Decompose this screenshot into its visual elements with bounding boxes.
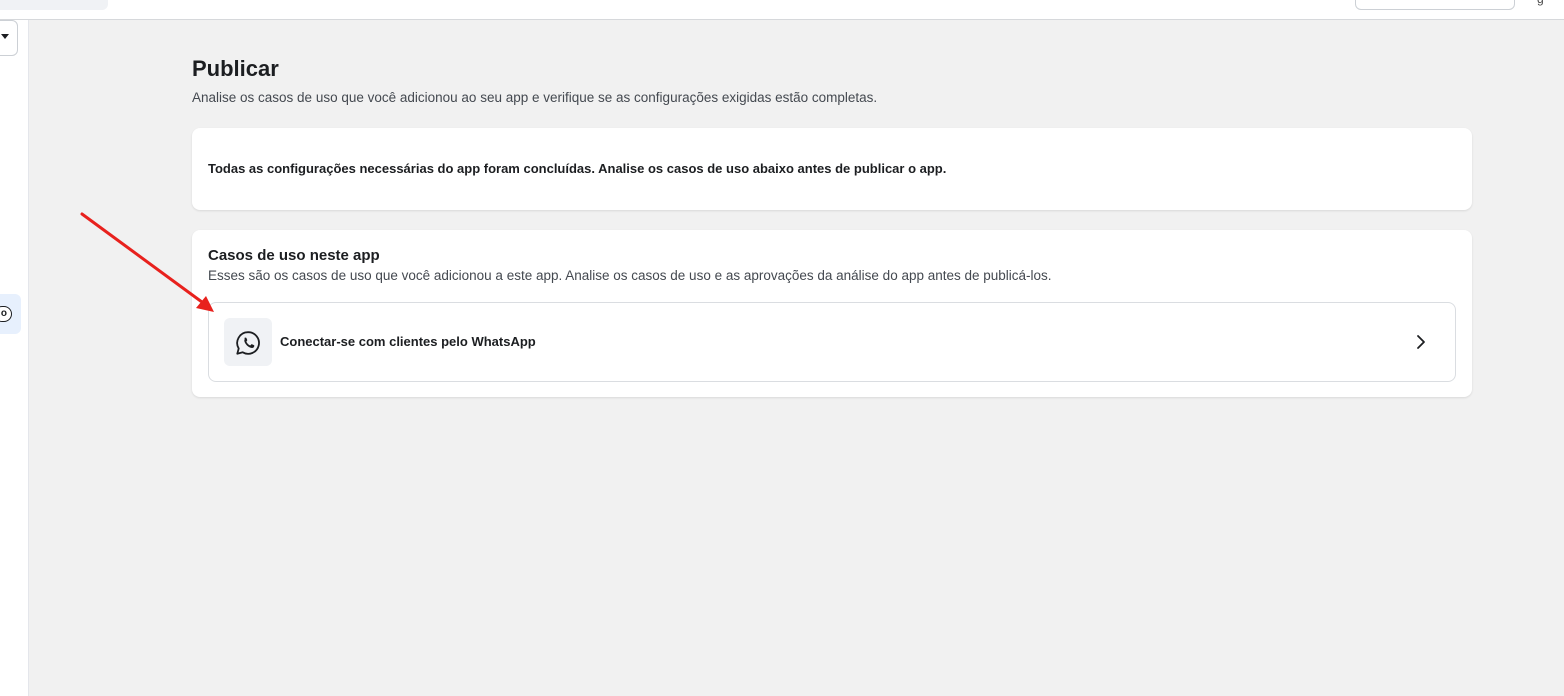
page-subtitle: Analise os casos de uso que você adicion… bbox=[192, 90, 878, 105]
top-bar-right-icon[interactable]: g bbox=[1537, 0, 1544, 6]
sidebar bbox=[0, 20, 29, 696]
sidebar-item-active[interactable]: o bbox=[0, 294, 21, 334]
top-bar-left-control[interactable] bbox=[0, 0, 108, 10]
chevron-right-icon bbox=[1417, 335, 1425, 349]
use-cases-description: Esses são os casos de uso que você adici… bbox=[208, 268, 1052, 283]
whatsapp-icon bbox=[224, 318, 272, 366]
top-bar: g bbox=[0, 0, 1564, 20]
use-cases-heading: Casos de uso neste app bbox=[208, 247, 380, 264]
page-title: Publicar bbox=[192, 56, 279, 81]
sidebar-item-badge: o bbox=[0, 306, 12, 322]
status-message: Todas as configurações necessárias do ap… bbox=[208, 161, 947, 176]
use-case-label: Conectar-se com clientes pelo WhatsApp bbox=[280, 334, 536, 349]
use-case-whatsapp-row[interactable]: Conectar-se com clientes pelo WhatsApp bbox=[208, 302, 1456, 382]
sidebar-dropdown[interactable] bbox=[0, 20, 18, 56]
chevron-down-icon bbox=[1, 34, 9, 39]
use-cases-card: Casos de uso neste app Esses são os caso… bbox=[192, 230, 1472, 397]
top-bar-search-box[interactable] bbox=[1355, 0, 1515, 10]
status-card: Todas as configurações necessárias do ap… bbox=[192, 128, 1472, 210]
